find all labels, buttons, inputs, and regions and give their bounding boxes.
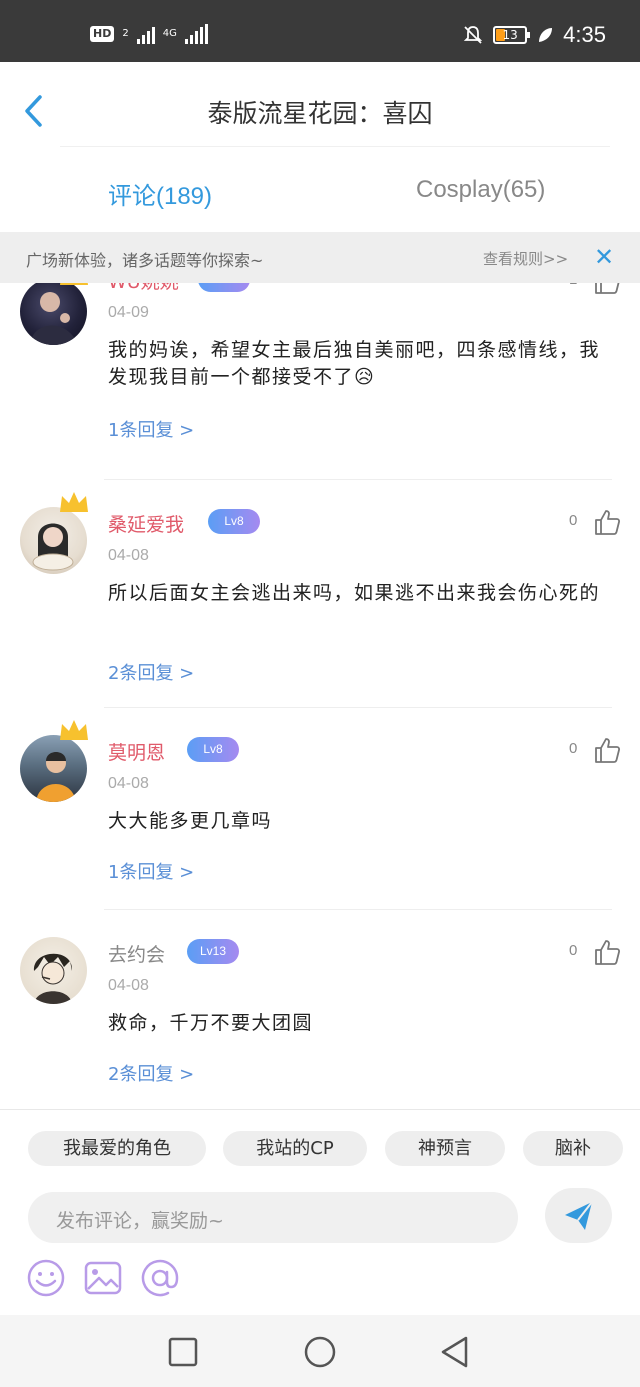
topic-chip-prophecy[interactable]: 神预言	[385, 1131, 505, 1166]
tab-bar: 评论(189) Cosplay(65)	[0, 152, 640, 232]
crown-icon	[60, 283, 88, 285]
mention-icon[interactable]	[140, 1258, 180, 1298]
comment-text: 大大能多更几章吗	[108, 810, 273, 832]
battery-icon: 13	[493, 26, 531, 44]
crown-icon	[60, 492, 88, 512]
signal-icon-2	[184, 24, 208, 44]
thumbs-up-icon[interactable]	[593, 283, 621, 295]
reply-link[interactable]: 1条回复 >	[108, 858, 194, 884]
hd-sub: 2	[122, 28, 129, 39]
username[interactable]: 莫明恩	[108, 738, 165, 765]
signal-icon-1	[136, 24, 155, 44]
reply-link[interactable]: 2条回复 >	[108, 659, 194, 685]
emoji-icon[interactable]	[26, 1258, 66, 1298]
comment-item: 莫明恩 Lv8 0 04-08 大大能多更几章吗 1条回复 >	[0, 720, 640, 906]
comment-text: 所以后面女主会逃出来吗，如果逃不出来我会伤心死的	[108, 582, 601, 604]
image-icon[interactable]	[83, 1258, 123, 1298]
mute-bell-icon	[463, 26, 483, 44]
page-title: 泰版流星花园：喜囚	[207, 99, 433, 128]
home-icon[interactable]	[303, 1335, 337, 1369]
avatar[interactable]	[20, 507, 87, 574]
back-icon[interactable]	[438, 1335, 472, 1369]
comment-item: 去约会 Lv13 0 04-08 救命，千万不要大团圆 2条回复 >	[0, 924, 640, 1108]
divider	[104, 707, 612, 708]
comment-input-placeholder: 发布评论，赢奖励~	[56, 1210, 224, 1232]
comment-date: 04-09	[108, 304, 149, 321]
tab-comments[interactable]: 评论(189)	[108, 176, 212, 211]
like-count: 0	[569, 740, 578, 757]
status-left: HD 2 4G	[90, 24, 208, 44]
level-badge: Lv8	[187, 737, 239, 762]
comment-date: 04-08	[108, 547, 149, 564]
level-badge: Lv8	[208, 509, 260, 534]
send-icon	[565, 1201, 593, 1230]
comment-date: 04-08	[108, 977, 149, 994]
level-badge: Lv13	[198, 283, 250, 292]
like-count: 0	[569, 512, 578, 529]
comment-list[interactable]: WU姚姚 Lv13 1 04-09 我的妈诶，希望女主最后独自美丽吧，四条感情线…	[0, 283, 640, 1109]
header-divider	[60, 146, 610, 147]
thumbs-up-icon[interactable]	[593, 508, 621, 536]
topic-chip-favorite-character[interactable]: 我最爱的角色	[28, 1131, 206, 1166]
avatar[interactable]	[20, 937, 87, 1004]
status-bar: HD 2 4G 13 4:35	[0, 0, 640, 62]
clock: 4:35	[563, 22, 606, 47]
send-button[interactable]	[545, 1188, 612, 1243]
thumbs-up-icon[interactable]	[593, 736, 621, 764]
close-icon[interactable]: ✕	[594, 243, 614, 271]
divider	[104, 909, 612, 910]
comment-item: WU姚姚 Lv13 1 04-09 我的妈诶，希望女主最后独自美丽吧，四条感情线…	[0, 283, 640, 479]
comment-text: 我的妈诶，希望女主最后独自美丽吧，四条感情线，我发现我目前一个都接受不了😥	[108, 339, 601, 388]
avatar[interactable]	[20, 735, 87, 802]
reply-link[interactable]: 1条回复 >	[108, 416, 194, 442]
topic-chip-cp[interactable]: 我站的CP	[223, 1131, 367, 1166]
view-rules-link[interactable]: 查看规则>>	[483, 248, 568, 269]
avatar[interactable]	[20, 283, 87, 345]
like-count: 0	[569, 942, 578, 959]
thumbs-up-icon[interactable]	[593, 938, 621, 966]
crown-icon	[60, 720, 88, 740]
header: 泰版流星花园：喜囚	[0, 62, 640, 150]
comment-input[interactable]: 发布评论，赢奖励~	[28, 1192, 518, 1243]
username[interactable]: WU姚姚	[108, 283, 179, 294]
username[interactable]: 去约会	[108, 940, 165, 967]
divider	[104, 479, 612, 480]
comment-date: 04-08	[108, 775, 149, 792]
network-type: 4G	[162, 28, 177, 39]
tab-cosplay[interactable]: Cosplay(65)	[416, 176, 545, 204]
notice-bar: 广场新体验，诸多话题等你探索~ 查看规则>> ✕	[0, 232, 640, 283]
recent-apps-icon[interactable]	[166, 1335, 200, 1369]
notice-text: 广场新体验，诸多话题等你探索~	[26, 251, 264, 270]
status-right: 13 4:35	[463, 22, 606, 48]
comment-composer: 我最爱的角色 我站的CP 神预言 脑补 发布评论，赢奖励~	[0, 1109, 640, 1315]
comment-text: 救命，千万不要大团圆	[108, 1012, 314, 1034]
like-count: 1	[569, 283, 577, 288]
battery-level: 13	[502, 28, 518, 42]
level-badge: Lv13	[187, 939, 239, 964]
reply-link[interactable]: 2条回复 >	[108, 1060, 194, 1086]
comment-item: 桑延爱我 Lv8 0 04-08 所以后面女主会逃出来吗，如果逃不出来我会伤心死…	[0, 492, 640, 706]
topic-chip-imagination[interactable]: 脑补	[523, 1131, 623, 1166]
hd-indicator: HD	[90, 26, 115, 42]
username[interactable]: 桑延爱我	[108, 510, 184, 537]
leaf-icon	[539, 28, 553, 42]
system-nav-bar	[0, 1315, 640, 1387]
